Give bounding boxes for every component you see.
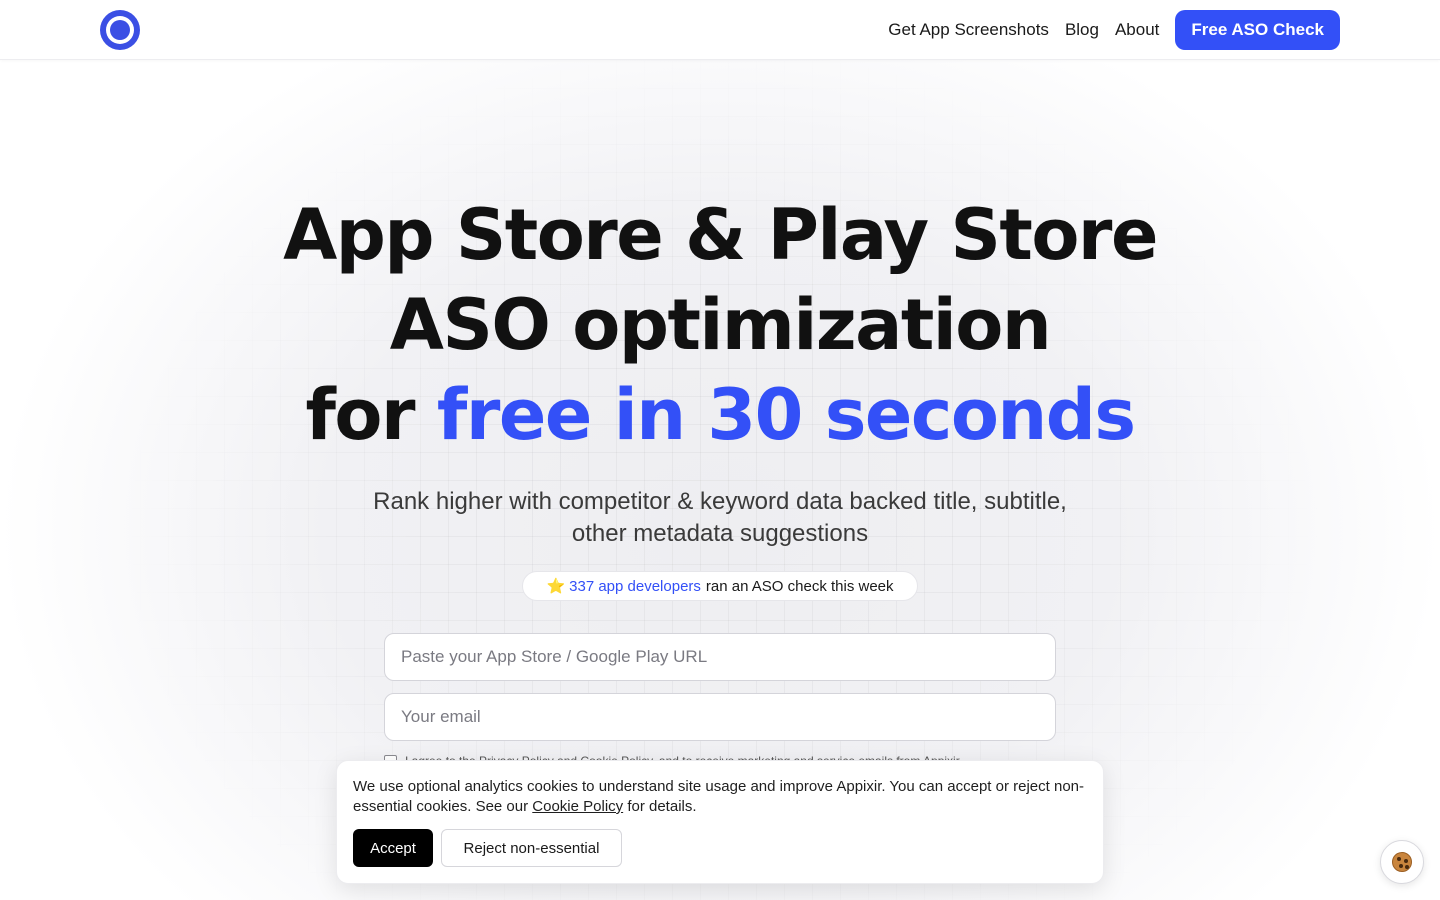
star-icon: ⭐ xyxy=(546,578,566,595)
logo-dot xyxy=(110,20,130,40)
logo-ring xyxy=(106,16,134,44)
cookie-text-before: We use optional analytics cookies to und… xyxy=(353,778,1085,815)
cookie-actions: Accept Reject non-essential xyxy=(353,829,622,867)
nav-link-get-app-screenshots[interactable]: Get App Screenshots xyxy=(888,20,1049,40)
free-aso-check-button[interactable]: Free ASO Check xyxy=(1175,10,1340,50)
cookie-settings-button[interactable] xyxy=(1380,840,1424,884)
nav-links: Get App Screenshots Blog About Free ASO … xyxy=(888,10,1340,50)
reject-non-essential-button[interactable]: Reject non-essential xyxy=(441,829,622,867)
cookie-banner-text: We use optional analytics cookies to und… xyxy=(353,777,1087,817)
developer-count: 337 app developers xyxy=(569,577,701,595)
hero-headline: App Store & Play Store ASO optimization … xyxy=(0,190,1440,460)
nav-link-about[interactable]: About xyxy=(1115,20,1159,40)
app-url-input[interactable] xyxy=(384,633,1056,681)
headline-line-1: App Store & Play Store xyxy=(283,194,1158,276)
cookie-icon xyxy=(1392,852,1412,872)
social-proof-text: ran an ASO check this week xyxy=(705,577,894,595)
logo-icon[interactable] xyxy=(100,10,140,50)
email-input[interactable] xyxy=(384,693,1056,741)
hero-subheadline: Rank higher with competitor & keyword da… xyxy=(373,488,1067,547)
social-proof-badge: ⭐ 337 app developers ran an ASO check th… xyxy=(522,571,918,601)
headline-accent: free in 30 seconds xyxy=(436,374,1136,456)
cookie-text-after: for details. xyxy=(627,798,697,815)
cookie-banner: We use optional analytics cookies to und… xyxy=(336,760,1104,884)
cookie-policy-link[interactable]: Cookie Policy xyxy=(532,798,623,815)
headline-line-2: ASO optimization xyxy=(389,284,1052,366)
headline-line-3: for free in 30 seconds xyxy=(0,370,1440,460)
nav-link-blog[interactable]: Blog xyxy=(1065,20,1099,40)
headline-prefix: for xyxy=(305,374,415,456)
accept-cookies-button[interactable]: Accept xyxy=(353,829,433,867)
top-navbar: Get App Screenshots Blog About Free ASO … xyxy=(0,0,1440,60)
